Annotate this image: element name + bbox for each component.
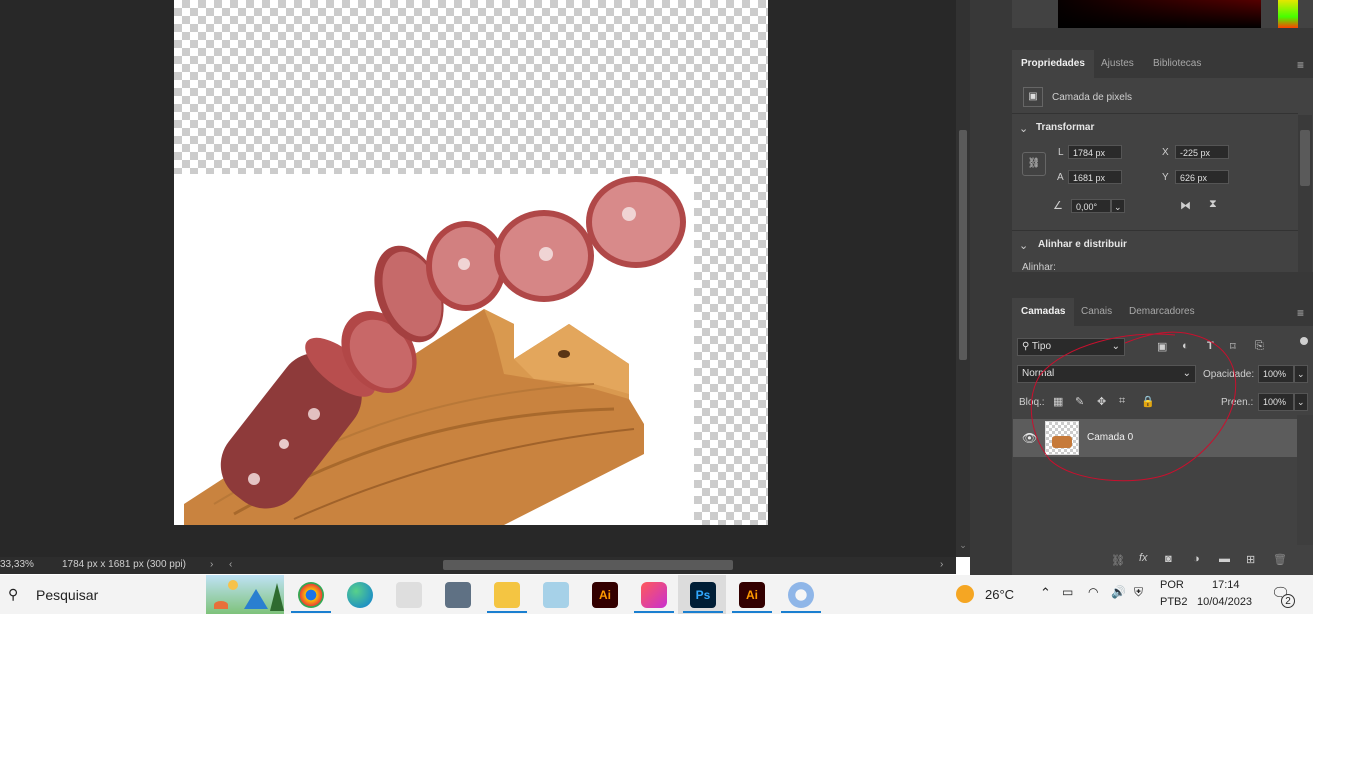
salami-image — [184, 176, 686, 525]
width-field[interactable]: 1784 px — [1068, 145, 1122, 159]
document-dimensions: 1784 px x 1681 px (300 ppi) — [62, 559, 186, 570]
angle-dropdown-icon[interactable]: ⌄ — [1111, 199, 1125, 213]
collapse-transform-icon[interactable]: ⌄ — [1019, 122, 1028, 135]
color-picker-field[interactable] — [1058, 0, 1261, 28]
y-field[interactable]: 626 px — [1175, 170, 1229, 184]
salami-photo[interactable] — [174, 174, 694, 525]
properties-scroll-thumb[interactable] — [1300, 130, 1310, 186]
properties-tabbar: Propriedades Ajustes Bibliotecas ≡ — [1012, 50, 1313, 78]
search-icon[interactable]: ⚲ — [8, 586, 18, 603]
scroll-left-icon[interactable]: ‹ — [229, 559, 232, 570]
panel-divider — [1012, 28, 1313, 50]
explorer-active-indicator — [487, 611, 527, 613]
flip-horizontal-icon[interactable]: ⧓ — [1180, 199, 1191, 212]
fill-dropdown-icon[interactable]: ⌄ — [1294, 393, 1308, 411]
weather-icon[interactable] — [956, 585, 974, 603]
battery-icon[interactable]: ▭ — [1062, 585, 1073, 599]
trash-icon[interactable]: 🗑 — [1273, 553, 1287, 566]
fx-icon[interactable]: fx — [1139, 552, 1148, 564]
smart-object-filter-icon[interactable]: ⎘ — [1255, 340, 1264, 353]
language-line-2[interactable]: PTB2 — [1160, 596, 1188, 608]
red-annotation-circle — [1030, 331, 1237, 482]
group-folder-icon[interactable]: ▬ — [1219, 553, 1230, 565]
notification-count-badge: 2 — [1281, 594, 1295, 608]
wifi-icon[interactable]: ◠ — [1088, 585, 1098, 599]
height-label: A — [1057, 172, 1064, 183]
hue-slider[interactable] — [1278, 0, 1298, 28]
security-shield-icon[interactable]: ⛨ — [1134, 585, 1143, 600]
angle-field[interactable]: 0,00° — [1071, 199, 1111, 213]
tab-layers[interactable]: Camadas — [1012, 298, 1075, 326]
tab-libraries[interactable]: Bibliotecas — [1144, 50, 1210, 78]
new-layer-icon[interactable]: ⊞ — [1246, 553, 1255, 566]
x-field[interactable]: -225 px — [1175, 145, 1229, 159]
tab-properties[interactable]: Propriedades — [1012, 50, 1094, 78]
transform-header[interactable]: Transformar — [1036, 122, 1094, 133]
panel-menu-icon[interactable]: ≡ — [1297, 59, 1309, 71]
cc-active-indicator — [634, 611, 674, 613]
width-label: L — [1058, 147, 1064, 158]
creative-cloud-icon[interactable] — [641, 582, 667, 608]
layer-mask-icon[interactable]: ◙ — [1165, 553, 1172, 565]
chrome-active-indicator — [291, 611, 331, 613]
campfire-widget-icon[interactable] — [206, 575, 284, 614]
angle-icon: ∠ — [1053, 200, 1063, 212]
tab-paths[interactable]: Demarcadores — [1120, 298, 1204, 326]
panel-divider-2 — [1012, 272, 1313, 298]
scroll-right-icon[interactable]: › — [940, 559, 943, 570]
file-explorer-icon[interactable] — [494, 582, 520, 608]
vertical-scroll-thumb[interactable] — [959, 130, 967, 360]
layers-tabbar: Camadas Canais Demarcadores ≡ — [1012, 298, 1313, 326]
height-field[interactable]: 1681 px — [1068, 170, 1122, 184]
tab-adjustments[interactable]: Ajustes — [1092, 50, 1143, 78]
tab-channels[interactable]: Canais — [1072, 298, 1121, 326]
search-box[interactable]: Pesquisar — [36, 587, 98, 603]
link-icon[interactable]: ⛓ — [1022, 152, 1046, 176]
adjustment-layer-icon[interactable]: ◑ — [1193, 553, 1200, 565]
zoom-level[interactable]: 33,33% — [0, 559, 34, 570]
flip-vertical-icon[interactable]: ⧗ — [1209, 198, 1217, 211]
x-label: X — [1162, 147, 1169, 158]
illustrator-active-indicator — [732, 611, 772, 613]
chevron-right-icon[interactable]: › — [210, 559, 213, 570]
panel-gutter — [970, 0, 1012, 575]
opacity-dropdown-icon[interactable]: ⌄ — [1294, 365, 1308, 383]
filter-toggle[interactable] — [1300, 337, 1308, 345]
collapse-align-icon[interactable]: ⌄ — [1019, 239, 1028, 252]
notepad-icon[interactable] — [543, 582, 569, 608]
chevron-up-icon[interactable]: ⌃ — [1040, 585, 1051, 601]
illustrator-icon[interactable]: Ai — [739, 582, 765, 608]
layer-kind-label: Camada de pixels — [1052, 92, 1133, 103]
pixel-layer-icon: ▣ — [1023, 87, 1043, 107]
scroll-down-icon[interactable]: ⌄ — [956, 540, 970, 554]
horizontal-scroll-thumb[interactable] — [443, 560, 733, 570]
app-icon[interactable] — [396, 582, 422, 608]
photoshop-active-indicator — [683, 611, 723, 613]
photoshop-icon[interactable]: Ps — [690, 582, 716, 608]
paint-active-indicator — [781, 611, 821, 613]
edge-icon[interactable] — [347, 582, 373, 608]
clock-date[interactable]: 10/04/2023 — [1197, 596, 1252, 608]
link-layers-icon[interactable]: ⛓ — [1111, 554, 1125, 567]
windows-taskbar: ⚲ Pesquisar Ai Ps Ai 26°C ⌃ ▭ ◠ 🔊 ⛨ POR … — [0, 575, 1313, 614]
calculator-icon[interactable] — [445, 582, 471, 608]
fill-field[interactable]: 100% — [1258, 393, 1294, 411]
layers-scrollbar[interactable] — [1297, 415, 1313, 545]
chrome-icon[interactable] — [298, 582, 324, 608]
language-line-1[interactable]: POR — [1160, 579, 1184, 591]
illustrator-icon[interactable]: Ai — [592, 582, 618, 608]
y-label: Y — [1162, 172, 1169, 183]
paint-icon[interactable] — [788, 582, 814, 608]
opacity-field[interactable]: 100% — [1258, 365, 1294, 383]
align-header[interactable]: Alinhar e distribuir — [1038, 239, 1127, 250]
layers-menu-icon[interactable]: ≡ — [1297, 307, 1309, 319]
volume-icon[interactable]: 🔊 — [1111, 585, 1126, 599]
weather-temperature[interactable]: 26°C — [985, 587, 1014, 602]
clock-time[interactable]: 17:14 — [1212, 579, 1240, 591]
